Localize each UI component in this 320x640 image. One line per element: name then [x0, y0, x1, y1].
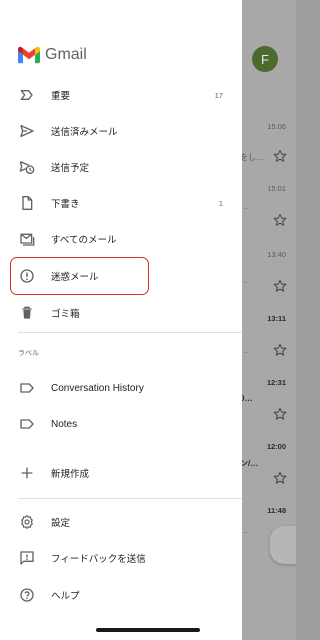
email-time: 15:01: [267, 184, 286, 193]
email-time: 15:06: [267, 122, 286, 131]
star-icon[interactable]: [272, 148, 288, 164]
drawer-item-settings[interactable]: 設定: [0, 505, 242, 539]
drawer-item-label: Conversation History: [51, 382, 144, 394]
drawer-item-help[interactable]: ヘルプ: [0, 578, 242, 612]
email-time: 11:48: [267, 506, 286, 515]
labels-section-header: ラベル: [18, 350, 39, 357]
label-important-icon: [19, 87, 35, 103]
email-row[interactable]: 13:40 …: [242, 246, 296, 318]
settings-icon: [19, 514, 35, 530]
send-icon: [19, 123, 35, 139]
email-row[interactable]: 12:00 ン/…: [242, 438, 296, 510]
divider: [18, 498, 242, 499]
drawer-item-important[interactable]: 重要 17: [0, 78, 242, 112]
star-icon[interactable]: [272, 278, 288, 294]
drawer-item-drafts[interactable]: 下書き 1: [0, 186, 242, 220]
drawer-item-label: Notes: [51, 418, 78, 430]
trash-icon: [19, 305, 35, 321]
draft-icon: [19, 195, 35, 211]
all-mail-icon: [19, 231, 35, 247]
drawer-item-all-mail[interactable]: すべてのメール: [0, 222, 242, 256]
drawer-item-label: 設定: [51, 518, 71, 529]
drawer-label-conversation-history[interactable]: Conversation History: [0, 371, 242, 405]
email-time: 12:00: [266, 442, 286, 451]
email-snippet: …: [242, 202, 248, 211]
feedback-icon: [19, 550, 35, 566]
drawer-item-scheduled[interactable]: 送信予定: [0, 150, 242, 184]
drawer-item-label: ゴミ箱: [51, 309, 80, 320]
email-time: 12:31: [266, 378, 286, 387]
gmail-brand: Gmail: [18, 46, 87, 64]
star-icon[interactable]: [272, 212, 288, 228]
email-row[interactable]: 15:01 …: [242, 182, 296, 254]
app-name: Gmail: [45, 46, 87, 63]
star-icon[interactable]: [272, 342, 288, 358]
inbox-background: F 15:06 をし… 15:01 … 13:40 … 13:11 … 12:3…: [242, 0, 296, 640]
navigation-drawer: Gmail 重要 17 送信済みメール 送信予定 下書き 1 すべてのメール 迷…: [0, 0, 242, 640]
account-avatar[interactable]: F: [252, 46, 278, 72]
unread-count: 1: [218, 198, 223, 208]
drawer-item-label: 送信済みメール: [51, 127, 118, 138]
drawer-item-label: 重要: [51, 91, 71, 102]
email-row[interactable]: 13:11 …: [242, 310, 296, 382]
selection-highlight: [10, 257, 149, 295]
drawer-item-label: 新規作成: [51, 469, 90, 480]
email-row[interactable]: 12:31 0…: [242, 374, 296, 446]
help-icon: [19, 587, 35, 603]
gmail-logo-icon: [18, 46, 40, 64]
email-snippet: …: [242, 526, 248, 535]
divider: [18, 332, 242, 333]
drawer-item-label: 下書き: [51, 199, 80, 210]
drawer-label-notes[interactable]: Notes: [0, 407, 242, 441]
drawer-item-sent[interactable]: 送信済みメール: [0, 114, 242, 148]
drawer-item-label: ヘルプ: [51, 591, 80, 602]
plus-icon: [19, 465, 35, 481]
label-icon: [19, 380, 35, 396]
drawer-item-label: 送信予定: [51, 163, 90, 174]
create-new-label-button[interactable]: 新規作成: [0, 456, 242, 490]
schedule-send-icon: [19, 159, 35, 175]
email-snippet: 0…: [242, 394, 253, 403]
drawer-item-trash[interactable]: ゴミ箱: [0, 296, 242, 330]
email-snippet: ン/…: [242, 459, 259, 468]
drawer-item-feedback[interactable]: フィードバックを送信: [0, 541, 242, 575]
email-snippet: …: [242, 276, 248, 285]
email-row[interactable]: 15:06 をし…: [242, 110, 296, 182]
star-icon[interactable]: [272, 470, 288, 486]
email-time: 13:40: [267, 250, 286, 259]
star-icon[interactable]: [272, 406, 288, 422]
unread-count: 17: [214, 90, 223, 100]
email-time: 13:11: [267, 314, 286, 323]
home-indicator[interactable]: [96, 628, 200, 632]
email-snippet: をし…: [242, 153, 264, 162]
label-icon: [19, 416, 35, 432]
email-snippet: …: [242, 346, 248, 355]
drawer-item-label: すべてのメール: [51, 235, 117, 246]
drawer-item-label: フィードバックを送信: [51, 554, 146, 565]
compose-fab[interactable]: [270, 526, 296, 564]
